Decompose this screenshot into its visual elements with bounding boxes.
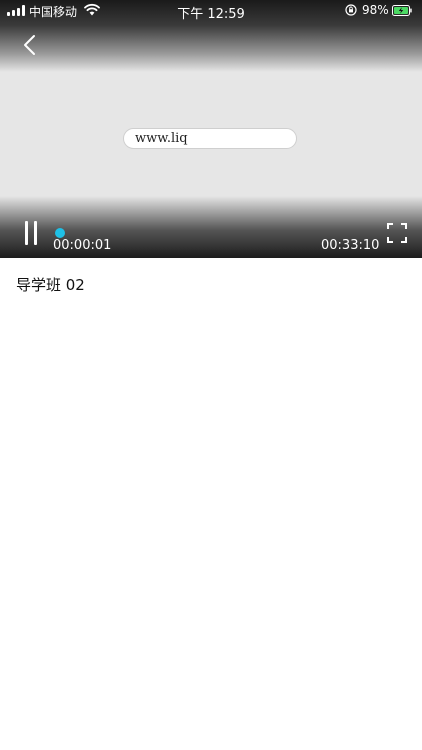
video-player[interactable]: 中国移动 下午 12:59 98% www.liq 00:00:01 00:33… bbox=[0, 0, 422, 258]
progress-bar[interactable] bbox=[55, 228, 373, 238]
pause-button[interactable] bbox=[20, 221, 42, 245]
current-time: 00:00:01 bbox=[53, 238, 112, 253]
progress-track bbox=[55, 232, 373, 234]
rotation-lock-icon bbox=[345, 4, 357, 16]
fullscreen-button[interactable] bbox=[386, 222, 408, 244]
total-time: 00:33:10 bbox=[321, 238, 380, 253]
video-url-overlay: www.liq bbox=[123, 128, 297, 149]
battery-charging-icon bbox=[392, 5, 412, 16]
video-title: 导学班 02 bbox=[16, 276, 85, 294]
status-time: 下午 12:59 bbox=[177, 7, 245, 22]
battery-percent: 98% bbox=[362, 3, 389, 17]
progress-thumb[interactable] bbox=[55, 228, 65, 238]
fullscreen-icon bbox=[387, 223, 407, 243]
back-icon bbox=[24, 35, 35, 55]
status-bar: 中国移动 下午 12:59 98% bbox=[0, 0, 422, 22]
back-button[interactable] bbox=[14, 30, 44, 60]
